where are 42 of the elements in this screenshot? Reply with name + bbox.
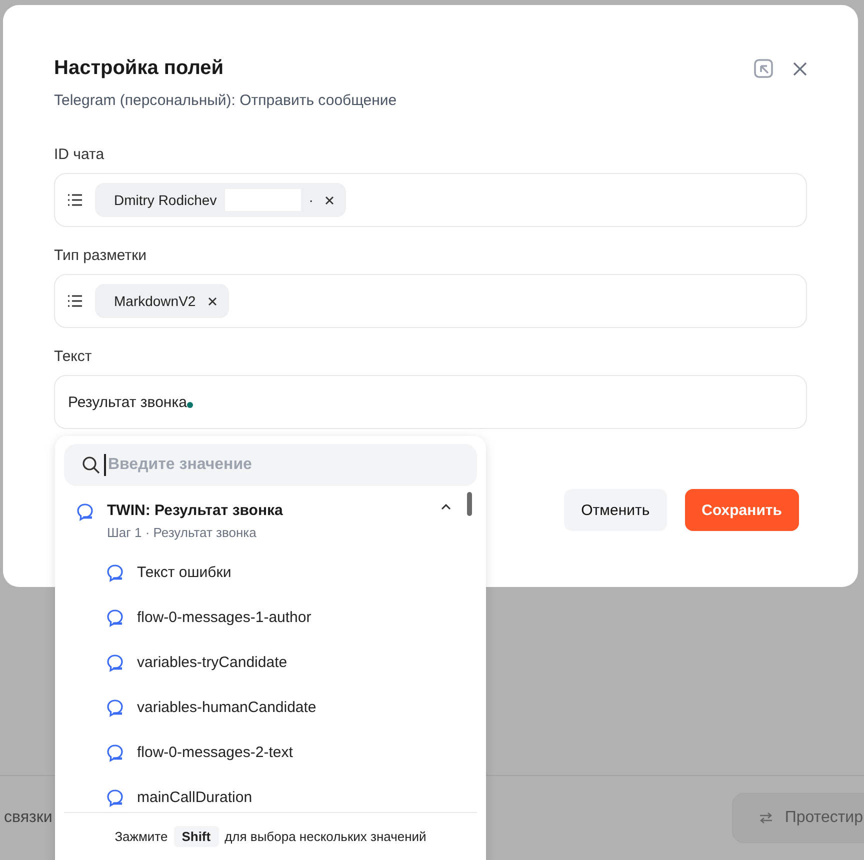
group-header[interactable]: TWIN: Результат звонка Шаг 1 · Результат звонка xyxy=(64,486,477,540)
chip-label: MarkdownV2 xyxy=(114,293,196,309)
close-icon[interactable] xyxy=(793,62,807,76)
chip-label: Dmitry Rodichev xyxy=(114,192,217,208)
chat-bubble-icon xyxy=(105,742,125,762)
variable-item[interactable]: flow-0-messages-1-author xyxy=(64,595,477,640)
chat-bubble-icon xyxy=(105,652,125,672)
hint-text: Зажмите xyxy=(114,829,168,844)
chevron-icon[interactable] xyxy=(441,504,451,510)
field-label: Текст xyxy=(54,348,93,365)
cancel-button[interactable]: Отменить xyxy=(564,489,667,531)
swap-arrows-icon xyxy=(758,812,773,824)
search-input[interactable]: Введите значение xyxy=(104,454,477,476)
variable-item[interactable]: mainCallDuration xyxy=(64,775,477,812)
chat-bubble-icon xyxy=(105,788,125,808)
dialog-subtitle: Telegram (персональный): Отправить сообщение xyxy=(54,92,398,109)
chat-bubble-icon xyxy=(105,608,125,628)
footer-text: связки xyxy=(4,809,52,827)
hint-text: для выбора нескольких значений xyxy=(224,829,426,844)
shift-key: Shift xyxy=(174,826,219,847)
chat-bubble-icon xyxy=(105,562,125,582)
field-label: ID чата xyxy=(54,146,106,163)
group-title: TWIN: Результат звонка xyxy=(107,502,284,519)
variable-item[interactable]: variables-humanCandidate xyxy=(64,685,477,730)
group-subtitle: Шаг 1 · Результат звонка xyxy=(107,525,258,540)
list-icon[interactable] xyxy=(67,294,83,308)
chip-suffix: · xyxy=(308,192,314,208)
chat-bubble-icon xyxy=(75,502,95,522)
search-field[interactable]: Введите значение xyxy=(64,444,477,486)
chip-select-field[interactable]: Dmitry Rodichev · xyxy=(54,173,807,227)
text-input-field[interactable]: Результат звонка xyxy=(54,375,807,429)
chip-select-field[interactable]: MarkdownV2 xyxy=(54,274,807,328)
list-icon[interactable] xyxy=(67,193,83,207)
dialog-title: Настройка полей xyxy=(54,57,225,80)
chat-bubble-icon xyxy=(105,698,125,718)
variable-item[interactable]: Текст ошибки xyxy=(64,550,477,595)
variable-item[interactable]: variables-tryCandidate xyxy=(64,640,477,685)
search-icon xyxy=(82,456,100,474)
scrollbar-thumb[interactable] xyxy=(467,492,472,516)
field-label: Тип разметки xyxy=(54,247,148,264)
variable-item[interactable]: flow-0-messages-2-text xyxy=(64,730,477,775)
field-value: Результат звонка xyxy=(68,394,187,410)
